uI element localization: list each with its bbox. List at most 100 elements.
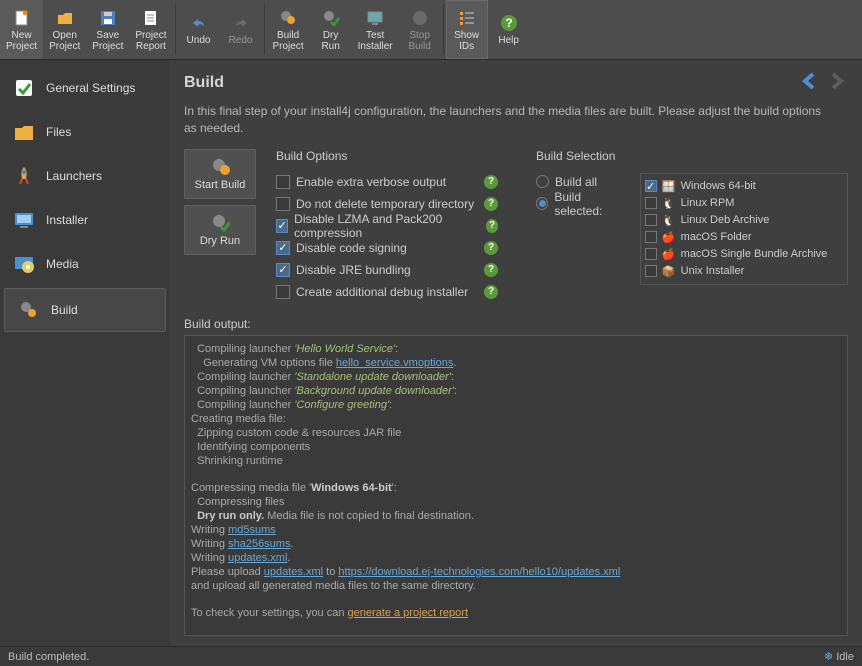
forward-arrow-button[interactable] — [826, 70, 848, 95]
gear-build-icon — [278, 8, 298, 28]
disable-jre-checkbox[interactable] — [276, 263, 290, 277]
debug-installer-checkbox[interactable] — [276, 285, 290, 299]
media-disc-icon — [12, 252, 36, 276]
help-button[interactable]: ? Help — [488, 0, 530, 59]
no-delete-temp-checkbox[interactable] — [276, 197, 290, 211]
target-macos-folder-checkbox[interactable] — [645, 231, 657, 243]
label: Create additional debug installer — [296, 285, 468, 299]
sidebar-item-files[interactable]: Files — [0, 110, 170, 154]
sidebar-item-installer[interactable]: Installer — [0, 198, 170, 242]
help-icon[interactable]: ? — [484, 241, 498, 255]
label: Media — [46, 257, 79, 271]
sidebar-item-general-settings[interactable]: General Settings — [0, 66, 170, 110]
back-arrow-button[interactable] — [798, 70, 820, 95]
label: Do not delete temporary directory — [296, 197, 474, 211]
test-installer-button[interactable]: Test Installer — [352, 0, 399, 59]
status-right: ❄ Idle — [824, 650, 854, 663]
build-project-button[interactable]: Build Project — [267, 0, 310, 59]
label: Undo — [187, 35, 211, 46]
build-selected-radio[interactable] — [536, 197, 548, 210]
folder-open-icon — [55, 8, 75, 28]
build-gears-icon — [17, 298, 41, 322]
label: Unix Installer — [681, 265, 745, 277]
sidebar-item-launchers[interactable]: Launchers — [0, 154, 170, 198]
document-icon — [12, 8, 32, 28]
undo-button[interactable]: Undo — [178, 0, 220, 59]
undo-icon — [189, 13, 209, 33]
md5sums-link[interactable]: md5sums — [228, 524, 276, 536]
target-linux-deb-checkbox[interactable] — [645, 214, 657, 226]
sidebar-item-media[interactable]: Media — [0, 242, 170, 286]
disable-signing-checkbox[interactable] — [276, 241, 290, 255]
main-toolbar: New Project Open Project Save Project Pr… — [0, 0, 862, 60]
report-icon — [141, 8, 161, 28]
disable-lzma-checkbox[interactable] — [276, 219, 288, 233]
vmoptions-link[interactable]: hello_service.vmoptions — [336, 357, 453, 369]
content-pane: Build In this final step of your install… — [170, 60, 862, 646]
label: Stop Build — [409, 30, 431, 52]
help-icon[interactable]: ? — [484, 285, 498, 299]
statusbar: Build completed. ❄ Idle — [0, 646, 862, 666]
show-ids-button[interactable]: Show IDs — [446, 0, 488, 59]
list-ids-icon — [457, 8, 477, 28]
label: Open Project — [49, 30, 80, 52]
open-project-button[interactable]: Open Project — [43, 0, 86, 59]
windows-icon: 🪟 — [662, 179, 676, 193]
svg-text:?: ? — [505, 16, 512, 30]
build-output-console[interactable]: Compiling launcher 'Hello World Service'… — [184, 335, 848, 636]
label: Build — [51, 303, 78, 317]
target-linux-rpm-checkbox[interactable] — [645, 197, 657, 209]
build-options-title: Build Options — [276, 149, 516, 163]
target-unix-checkbox[interactable] — [645, 265, 657, 277]
new-project-button[interactable]: New Project — [0, 0, 43, 59]
sha256sums-link[interactable]: sha256sums — [228, 538, 290, 550]
project-report-button[interactable]: Project Report — [129, 0, 172, 59]
redo-icon — [231, 13, 251, 33]
idle-icon: ❄ — [824, 651, 833, 663]
generate-report-link[interactable]: generate a project report — [348, 607, 468, 619]
dry-run-button[interactable]: Dry Run — [310, 0, 352, 59]
help-icon[interactable]: ? — [486, 219, 498, 233]
label: Redo — [229, 35, 253, 46]
monitor-icon — [365, 8, 385, 28]
save-project-button[interactable]: Save Project — [86, 0, 129, 59]
label: Save Project — [92, 30, 123, 52]
stop-icon — [410, 8, 430, 28]
label: Disable code signing — [296, 241, 407, 255]
gear-check-icon — [321, 8, 341, 28]
label: Build all — [555, 175, 597, 189]
dry-run-button-big[interactable]: Dry Run — [184, 205, 256, 255]
folder-icon — [12, 120, 36, 144]
label: Linux RPM — [681, 197, 735, 209]
start-build-button[interactable]: Start Build — [184, 149, 256, 199]
help-icon[interactable]: ? — [484, 197, 498, 211]
build-all-radio[interactable] — [536, 175, 549, 188]
linux-icon: 🐧 — [662, 213, 676, 227]
gear-check-icon — [210, 213, 230, 233]
redo-button[interactable]: Redo — [220, 0, 262, 59]
label: Dry Run — [200, 235, 240, 247]
label: Enable extra verbose output — [296, 175, 446, 189]
build-targets-list: 🪟Windows 64-bit 🐧Linux RPM 🐧Linux Deb Ar… — [640, 173, 848, 285]
build-selection-title: Build Selection — [536, 149, 848, 163]
verbose-checkbox[interactable] — [276, 175, 290, 189]
stop-build-button[interactable]: Stop Build — [399, 0, 441, 59]
label: Build Project — [273, 30, 304, 52]
linux-icon: 🐧 — [662, 196, 676, 210]
help-icon[interactable]: ? — [484, 175, 498, 189]
monitor-installer-icon — [12, 208, 36, 232]
unix-icon: 📦 — [662, 264, 676, 278]
page-title: Build — [184, 74, 224, 92]
label: macOS Single Bundle Archive — [681, 248, 828, 260]
page-description: In this final step of your install4j con… — [184, 103, 834, 137]
upload-url-link[interactable]: https://download.ej-technologies.com/hel… — [338, 566, 620, 578]
target-windows-checkbox[interactable] — [645, 180, 657, 192]
target-macos-bundle-checkbox[interactable] — [645, 248, 657, 260]
label: Start Build — [195, 179, 246, 191]
updates-xml-link[interactable]: updates.xml — [264, 566, 323, 578]
label: General Settings — [46, 81, 135, 95]
help-icon[interactable]: ? — [484, 263, 498, 277]
sidebar-item-build[interactable]: Build — [4, 288, 166, 332]
label: Linux Deb Archive — [681, 214, 770, 226]
updates-xml-link[interactable]: updates.xml — [228, 552, 287, 564]
